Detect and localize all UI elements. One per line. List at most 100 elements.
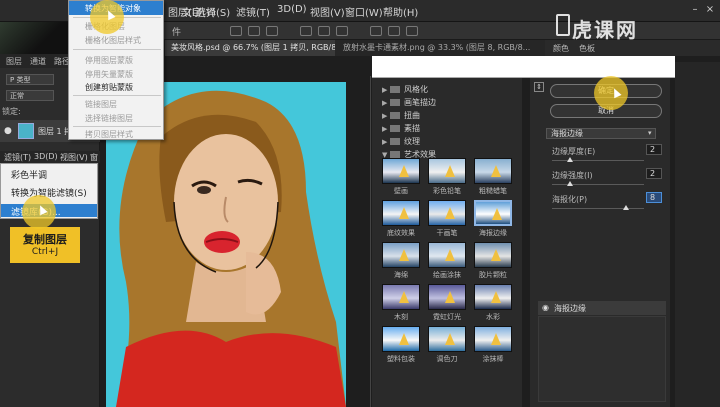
- menu-separator: [73, 126, 161, 127]
- tab-document-active[interactable]: 美妆风格.psd @ 66.7% (图层 1 拷贝, RGB/8#) *: [165, 40, 335, 56]
- param-value-input[interactable]: 2: [646, 168, 662, 179]
- close-icon[interactable]: ×: [705, 5, 715, 15]
- effect-thumbnail[interactable]: [474, 326, 512, 352]
- chevron-right-icon: ▶: [382, 125, 388, 133]
- folder-open-icon: [390, 151, 400, 158]
- effect-thumbnail[interactable]: [382, 242, 420, 268]
- effect-select[interactable]: 海报边缘: [546, 128, 656, 139]
- chevron-right-icon: ▶: [382, 138, 388, 146]
- menu-3d[interactable]: 3D(D): [34, 152, 58, 161]
- watermark: 虎课网: [572, 18, 638, 42]
- param-slider[interactable]: [552, 157, 644, 162]
- sailboat-icon: [399, 207, 409, 219]
- menu-help[interactable]: 帮助(H): [383, 4, 418, 19]
- menu-separator: [73, 95, 161, 96]
- effect-thumbnail[interactable]: [428, 326, 466, 352]
- menu-item-disable-layer-mask[interactable]: 停用图层蒙版: [85, 55, 133, 66]
- 3d-mode-icon[interactable]: [370, 26, 382, 36]
- tab-channels[interactable]: 通道: [30, 56, 46, 67]
- menu-item-rasterize-style[interactable]: 栅格化图层样式: [85, 35, 141, 46]
- category-label: 风格化: [404, 85, 428, 94]
- filter-gallery-list: ▶ 风格化 ▶ 画笔描边 ▶ 扭曲 ▶ 素描 ▶ 纹理 ▼ 艺术效果 壁画 彩色铅笔 粗糙蜡笔底…: [372, 78, 522, 407]
- category-label: 画笔描边: [404, 98, 436, 107]
- tab-document[interactable]: 放射水墨卡通素材.png @ 33.3% (图层 8, RGB/8...: [337, 40, 580, 56]
- menu-item-color-halftone[interactable]: 彩色半调: [11, 168, 47, 181]
- filter-category[interactable]: ▶ 纹理: [382, 136, 420, 147]
- tab-color[interactable]: 颜色: [553, 43, 569, 54]
- menu-item-create-clipping-mask[interactable]: 创建剪贴蒙版: [85, 82, 133, 93]
- effect-thumbnail[interactable]: [428, 200, 466, 226]
- filter-category[interactable]: ▶ 画笔描边: [382, 97, 436, 108]
- sailboat-icon: [445, 165, 455, 177]
- param-value-input[interactable]: 8: [646, 192, 662, 203]
- effect-layer-label: 海报边缘: [554, 304, 586, 313]
- sailboat-icon: [399, 249, 409, 261]
- effect-thumbnail[interactable]: [474, 284, 512, 310]
- effect-label: 海报边缘: [479, 229, 507, 237]
- effect-thumbnail[interactable]: [382, 326, 420, 352]
- tab-swatches[interactable]: 色板: [579, 43, 595, 54]
- effect-layer-list: [538, 316, 666, 402]
- layer-kind-select[interactable]: P 类型: [6, 74, 54, 85]
- effect-label: 粗糙蜡笔: [479, 187, 507, 195]
- slider-handle[interactable]: [567, 157, 574, 162]
- menu-select[interactable]: 选择(S): [196, 4, 230, 19]
- sailboat-icon: [445, 333, 455, 345]
- effect-thumbnail[interactable]: [428, 158, 466, 184]
- filter-category[interactable]: ▶ 风格化: [382, 84, 428, 95]
- 3d-mode-icon[interactable]: [388, 26, 400, 36]
- align-icon[interactable]: [230, 26, 242, 36]
- effect-thumbnail[interactable]: [474, 158, 512, 184]
- menu-window[interactable]: 窗口(W): [345, 4, 383, 19]
- distribute-icon[interactable]: [318, 26, 330, 36]
- photoshop-window: 图层(L) 文字(Y) 选择(S) 滤镜(T) 3D(D) 视图(V) 窗口(W…: [0, 0, 720, 407]
- minimize-icon[interactable]: –: [690, 5, 700, 15]
- menu-window[interactable]: 窗: [90, 152, 98, 163]
- param-slider[interactable]: [552, 181, 644, 186]
- sailboat-icon: [399, 165, 409, 177]
- effect-thumbnail[interactable]: [474, 200, 512, 226]
- eye-icon[interactable]: ●: [4, 126, 12, 136]
- menu-item-convert-smart-filter[interactable]: 转换为智能滤镜(S): [11, 186, 87, 199]
- effect-layer-row[interactable]: ◉ 海报边缘: [538, 301, 666, 315]
- effect-label: 绘画涂抹: [433, 271, 461, 279]
- effect-thumbnail[interactable]: [382, 284, 420, 310]
- menu-item-copy-layer-style[interactable]: 拷贝图层样式: [85, 129, 133, 140]
- menu-view[interactable]: 视图(V): [310, 4, 345, 19]
- blend-mode-select[interactable]: 正常: [6, 90, 54, 101]
- align-icon[interactable]: [266, 26, 278, 36]
- tab-layers[interactable]: 图层: [6, 56, 22, 67]
- chevron-right-icon: ▶: [382, 99, 388, 107]
- 3d-mode-icon[interactable]: [406, 26, 418, 36]
- menu-filter[interactable]: 滤镜(T): [4, 152, 31, 163]
- folder-icon: [390, 138, 400, 145]
- menu-item-select-linked[interactable]: 选择链接图层: [85, 113, 133, 124]
- menu-item-disable-vector-mask[interactable]: 停用矢量蒙版: [85, 69, 133, 80]
- align-icon[interactable]: [248, 26, 260, 36]
- effect-thumbnail[interactable]: [382, 158, 420, 184]
- filter-category[interactable]: ▶ 扭曲: [382, 110, 420, 121]
- filter-category[interactable]: ▶ 素描: [382, 123, 420, 134]
- param-label: 边缘强度(I): [552, 171, 593, 180]
- chevron-right-icon: ▶: [382, 86, 388, 94]
- menu-filter[interactable]: 滤镜(T): [236, 4, 270, 19]
- effect-label: 霓虹灯光: [433, 313, 461, 321]
- distribute-icon[interactable]: [300, 26, 312, 36]
- slider-handle[interactable]: [567, 181, 574, 186]
- distribute-icon[interactable]: [336, 26, 348, 36]
- menu-view[interactable]: 视图(V): [60, 152, 88, 163]
- effect-label: 塑料包装: [387, 355, 415, 363]
- effect-thumbnail[interactable]: [428, 242, 466, 268]
- effect-thumbnail[interactable]: [474, 242, 512, 268]
- menu-3d[interactable]: 3D(D): [277, 4, 307, 15]
- collapse-icon[interactable]: ⇕: [534, 82, 544, 92]
- param-value-input[interactable]: 2: [646, 144, 662, 155]
- param-slider[interactable]: [552, 205, 644, 210]
- filter-gallery-titlebar: [372, 56, 675, 78]
- slider-handle[interactable]: [622, 205, 629, 210]
- menu-item-link-layers[interactable]: 链接图层: [85, 99, 117, 110]
- effect-thumbnail[interactable]: [428, 284, 466, 310]
- effect-thumbnail[interactable]: [382, 200, 420, 226]
- sailboat-icon: [491, 333, 501, 345]
- eye-icon[interactable]: ◉: [542, 303, 549, 312]
